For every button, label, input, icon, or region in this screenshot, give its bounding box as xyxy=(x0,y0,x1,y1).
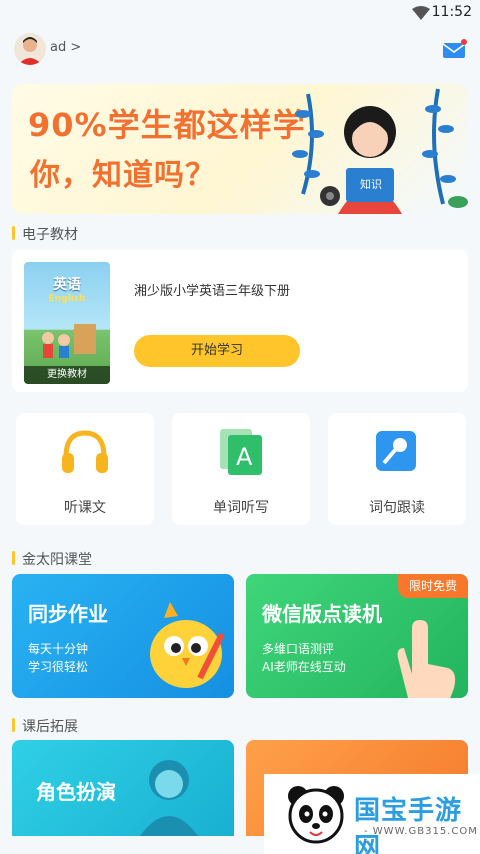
cover-kids-illustration xyxy=(42,324,96,358)
word-card-icon: A xyxy=(220,429,262,475)
banner-girl-illustration: 知识 xyxy=(292,88,468,214)
role-play-card[interactable]: 角色扮演 xyxy=(12,740,234,836)
limited-free-badge: 限时免费 xyxy=(398,574,468,598)
sync-homework-card[interactable]: 同步作业 每天十分钟 学习很轻松 xyxy=(12,574,234,698)
avatar[interactable] xyxy=(14,33,46,65)
textbook-cover[interactable]: 英语 English 更换教材 xyxy=(24,262,110,384)
card-subtitle-line2: AI老师在线互动 xyxy=(262,660,346,674)
card-subtitle: 每天十分钟 学习很轻松 xyxy=(28,640,88,676)
feature-sentence-repeat[interactable]: 词句跟读 xyxy=(328,413,466,525)
section-title-after-class: 课后拓展 xyxy=(12,716,78,736)
site-watermark: 国宝手游网 - WWW.GB315.COM - xyxy=(264,774,480,854)
card-subtitle: 多维口语测评 AI老师在线互动 xyxy=(262,640,346,676)
microphone-icon xyxy=(376,431,416,471)
banner-book-tag: 知识 xyxy=(360,177,382,191)
banner-line1: 90%学生都这样学 xyxy=(28,106,306,144)
header: ad > xyxy=(0,30,480,70)
feature-word-dictation[interactable]: A 单词听写 xyxy=(172,413,310,525)
cover-title: 英语 xyxy=(53,277,81,293)
feature-label: 听课文 xyxy=(64,500,106,516)
feature-listen-text[interactable]: 听课文 xyxy=(16,413,154,525)
card-subtitle-line1: 多维口语测评 xyxy=(262,642,335,656)
start-learning-button[interactable]: 开始学习 xyxy=(134,335,300,367)
feature-label: 词句跟读 xyxy=(369,500,425,516)
section-title-textbook: 电子教材 xyxy=(12,224,78,244)
textbook-card: 英语 English 更换教材 湘少版小学英语三年级下册 开始学习 xyxy=(12,250,468,392)
book-name: 湘少版小学英语三年级下册 xyxy=(134,284,291,299)
promo-banner[interactable]: 90%学生都这样学 你，知道吗？ 知识 xyxy=(12,84,468,214)
card-title: 角色扮演 xyxy=(36,780,116,804)
section-title-classroom: 金太阳课堂 xyxy=(12,549,92,569)
card-subtitle-line2: 学习很轻松 xyxy=(28,660,89,674)
pointing-hand-icon xyxy=(397,620,456,698)
mail-icon[interactable] xyxy=(442,38,468,60)
chick-mascot-illustration xyxy=(150,602,225,688)
username-link[interactable]: ad > xyxy=(50,40,81,55)
watermark-url: - WWW.GB315.COM - xyxy=(364,826,478,848)
status-bar: 11:52 xyxy=(0,0,480,26)
girl-illustration xyxy=(140,760,198,836)
card-subtitle-line1: 每天十分钟 xyxy=(28,642,89,656)
headphones-icon xyxy=(62,430,108,473)
banner-line2: 你，知道吗？ xyxy=(30,158,216,193)
status-time: 11:52 xyxy=(431,4,472,20)
card-title: 微信版点读机 xyxy=(262,602,382,626)
change-textbook-button[interactable]: 更换教材 xyxy=(24,366,110,384)
panda-logo-icon xyxy=(288,786,344,844)
wifi-icon xyxy=(412,6,430,20)
cover-subtitle: English xyxy=(48,294,86,304)
svg-text:A: A xyxy=(236,443,253,471)
wechat-reader-card[interactable]: 微信版点读机 多维口语测评 AI老师在线互动 限时免费 xyxy=(246,574,468,698)
card-title: 同步作业 xyxy=(28,602,108,626)
feature-label: 单词听写 xyxy=(213,500,269,516)
